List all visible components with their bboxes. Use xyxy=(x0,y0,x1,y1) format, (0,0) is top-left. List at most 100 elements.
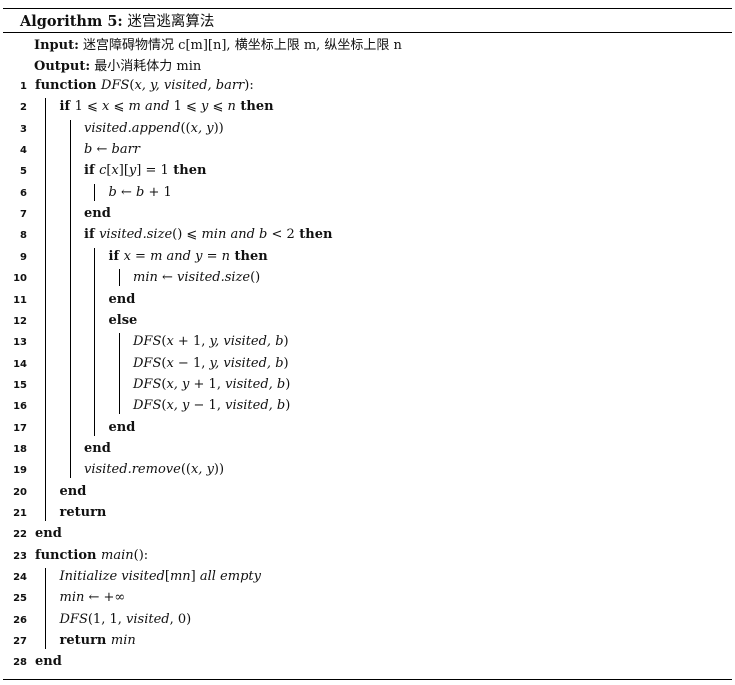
code-line: end xyxy=(35,523,62,544)
code-line: end xyxy=(84,438,111,459)
code-line: b ← b + 1 xyxy=(109,182,172,203)
code-token: end xyxy=(35,654,62,670)
code-token: n xyxy=(227,99,236,115)
line-number: 12 xyxy=(13,315,27,327)
indent-guide xyxy=(94,183,95,201)
code-token: ⩽ xyxy=(109,99,129,115)
code-token: then xyxy=(168,163,207,179)
code-token: , 0) xyxy=(169,611,192,627)
code-token: ) xyxy=(285,398,291,414)
code-token: ← xyxy=(157,270,178,286)
line-number: 2 xyxy=(20,102,27,114)
code-token: − 1, xyxy=(173,355,210,371)
code-token: visited, b xyxy=(225,376,286,392)
code-token: ) xyxy=(285,376,291,392)
code-line: return min xyxy=(60,630,136,651)
indent-guide xyxy=(118,269,120,287)
algorithm-title-label: Algorithm 5: xyxy=(20,13,123,30)
code-token: DFS xyxy=(59,611,88,627)
code-token: min xyxy=(59,590,85,606)
code-token: visited.size xyxy=(99,227,173,243)
code-token: ← xyxy=(92,142,112,158)
code-line: min ← +∞ xyxy=(60,587,126,608)
title-rule xyxy=(3,32,732,33)
code-line: min ← visited.size() xyxy=(133,267,260,288)
code-token: ) xyxy=(283,355,289,371)
code-token: end xyxy=(59,483,87,499)
code-token: ): xyxy=(244,78,254,93)
code-token: mn xyxy=(169,569,191,585)
line-number: 4 xyxy=(20,145,27,157)
code-line: DFS(x − 1, y, visited, b) xyxy=(133,353,289,374)
code-token: end xyxy=(84,206,111,222)
indent-guide xyxy=(45,568,46,650)
code-token: visited xyxy=(126,611,170,627)
code-token: min and b xyxy=(201,227,268,243)
code-token: (( xyxy=(180,462,191,478)
input-label: Input: xyxy=(34,38,79,53)
line-number: 7 xyxy=(20,209,27,221)
code-token: x, y xyxy=(166,398,190,414)
bottom-rule xyxy=(3,679,732,680)
code-line: end xyxy=(109,417,136,438)
code-token: end xyxy=(84,440,111,456)
code-line: DFS(x, y + 1, visited, b) xyxy=(133,374,290,395)
line-number: 8 xyxy=(20,230,27,242)
line-number: 21 xyxy=(13,508,27,519)
code-line: DFS(1, 1, visited, 0) xyxy=(60,609,192,630)
algorithm-block: Algorithm 5: 迷宫逃离算法 Input: 迷宫障碍物情况 c[m][… xyxy=(3,0,732,685)
code-token: ] xyxy=(190,569,200,585)
code-token: (): xyxy=(133,547,149,563)
code-token: ← +∞ xyxy=(84,590,126,606)
code-token: DFS xyxy=(101,78,130,93)
line-number: 19 xyxy=(13,465,27,477)
code-token: = xyxy=(130,248,151,264)
code-line: if 1 ⩽ x ⩽ m and 1 ⩽ y ⩽ n then xyxy=(60,96,274,117)
line-number: 16 xyxy=(13,401,27,413)
code-token: visited.size xyxy=(177,270,251,286)
output-text: 最小消耗体力 min xyxy=(94,59,202,74)
indent-guide xyxy=(69,119,71,479)
code-token: Initialize visited xyxy=(59,569,165,585)
code-token: main xyxy=(101,547,134,563)
code-line: function main(): xyxy=(35,545,148,566)
code-token: end xyxy=(108,419,136,435)
code-token: ][ xyxy=(118,163,129,179)
line-number: 25 xyxy=(13,593,27,605)
code-token: (( xyxy=(180,120,191,136)
algorithm-title-text: 迷宫逃离算法 xyxy=(127,14,215,30)
code-token: DFS xyxy=(133,376,162,392)
code-token: b xyxy=(108,184,117,200)
code-token: if xyxy=(84,227,100,243)
code-token: + 1, xyxy=(173,334,210,350)
code-token: x, y, visited, barr xyxy=(134,78,245,93)
code-line: Initialize visited[mn] all empty xyxy=(60,566,261,587)
indent-guide xyxy=(118,333,120,415)
code-line: b ← barr xyxy=(84,139,140,160)
line-number: 3 xyxy=(20,123,27,135)
line-number: 26 xyxy=(13,614,27,626)
code-token: visited.append xyxy=(84,120,181,136)
output-label: Output: xyxy=(34,59,91,74)
line-number: 5 xyxy=(20,166,27,178)
line-number: 6 xyxy=(20,187,27,199)
code-line: end xyxy=(109,289,136,310)
code-token: visited, b xyxy=(225,398,286,414)
code-line: end xyxy=(84,203,111,224)
code-token: 1 ⩽ xyxy=(74,99,102,115)
code-token: y, visited, b xyxy=(209,355,284,371)
code-line: visited.remove((x, y)) xyxy=(84,459,224,480)
line-number: 28 xyxy=(13,657,27,669)
line-number: 24 xyxy=(13,572,27,584)
code-token: min xyxy=(110,633,136,649)
code-line: visited.append((x, y)) xyxy=(84,118,224,139)
line-number: 20 xyxy=(13,486,27,498)
code-token: if xyxy=(59,99,75,115)
code-token: m and xyxy=(128,99,174,115)
code-line: DFS(x + 1, y, visited, b) xyxy=(133,331,289,352)
code-token: function xyxy=(35,547,102,563)
code-token: x xyxy=(166,355,174,371)
code-token: barr xyxy=(111,142,141,158)
code-token: DFS xyxy=(133,355,162,371)
code-token: else xyxy=(108,312,138,328)
